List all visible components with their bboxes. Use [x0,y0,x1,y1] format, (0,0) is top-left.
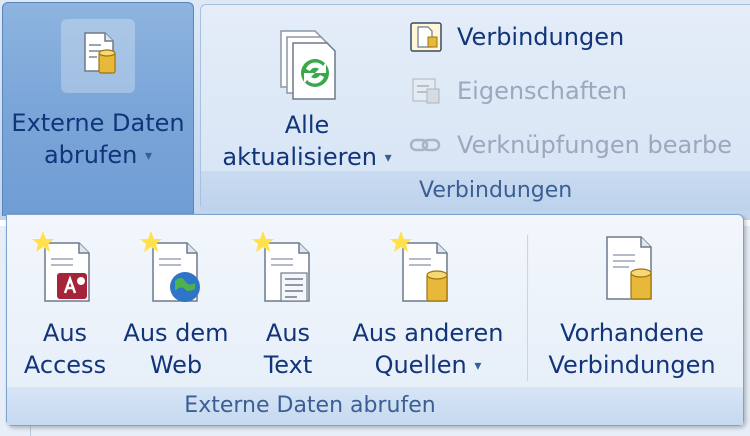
aus-text-button[interactable]: Aus Text [243,221,333,381]
chevron-down-icon: ▾ [474,358,482,374]
verbindungen-button[interactable]: Verbindungen [409,17,750,57]
aus-anderen-quellen-label: Aus anderen Quellen ▾ [352,319,504,379]
properties-icon [412,78,440,104]
aus-dem-web-label: Aus dem Web [123,319,229,379]
externe-daten-label: Externe Daten abrufen ▾ [11,109,185,169]
chevron-down-icon: ▾ [145,148,153,164]
chain-link-icon [409,138,441,152]
verknuepfungen-bearbeiten-button[interactable]: Verknüpfungen bearbe [409,125,750,165]
web-document-icon [140,231,200,302]
externe-daten-panel-title: Externe Daten abrufen [7,387,743,425]
database-document-icon [390,231,448,302]
externe-daten-abrufen-button[interactable]: Externe Daten abrufen ▾ [2,2,194,216]
text-document-icon [252,231,310,302]
externe-daten-dropdown-panel: Aus Access Aus dem Web Aus Text Aus ande… [6,214,744,426]
vorhandene-verbindungen-button[interactable]: Vorhandene Verbindungen [535,221,729,381]
eigenschaften-button[interactable]: Eigenschaften [409,71,750,111]
existing-connections-icon [606,236,652,300]
chevron-down-icon: ▾ [384,150,392,166]
verbindungen-group: Alle aktualisieren ▾ Verbindungen Eigens… [200,4,750,211]
alle-aktualisieren-button[interactable]: Alle aktualisieren ▾ [207,11,401,171]
verbindungen-group-title: Verbindungen [201,171,750,211]
separator [527,235,529,381]
aus-anderen-quellen-button[interactable]: Aus anderen Quellen ▾ [343,221,513,381]
access-document-icon [32,231,90,302]
aus-text-label: Aus Text [263,319,313,379]
aus-access-label: Aus Access [23,319,107,379]
aus-dem-web-button[interactable]: Aus dem Web [119,221,233,381]
database-document-icon [61,19,135,93]
vorhandene-verbindungen-label: Vorhandene Verbindungen [548,319,716,379]
refresh-document-icon [280,30,336,100]
connections-icon [410,22,442,52]
alle-aktualisieren-label: Alle aktualisieren ▾ [222,111,392,171]
aus-access-button[interactable]: Aus Access [15,221,115,381]
